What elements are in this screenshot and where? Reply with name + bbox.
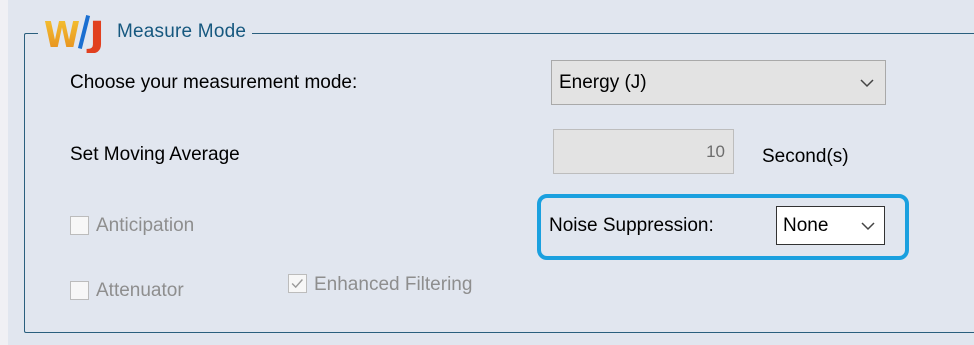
groupbox-title: Measure Mode: [117, 21, 247, 42]
anticipation-checkbox[interactable]: [70, 216, 89, 235]
moving-average-unit: Second(s): [762, 146, 849, 167]
attenuator-label: Attenuator: [96, 280, 184, 301]
noise-suppression-select[interactable]: None: [776, 206, 885, 245]
svg-text:W: W: [44, 15, 80, 53]
wj-logo-icon: W J: [44, 15, 105, 53]
anticipation-label: Anticipation: [96, 215, 195, 236]
moving-average-input[interactable]: 10: [553, 129, 734, 174]
measurement-mode-value: Energy (J): [559, 71, 647, 93]
noise-suppression-value: None: [783, 214, 829, 236]
attenuator-checkbox[interactable]: [70, 281, 89, 300]
chevron-down-icon: [860, 78, 874, 87]
svg-text:J: J: [85, 15, 105, 53]
enhanced-filtering-checkbox[interactable]: [288, 274, 307, 293]
enhanced-filtering-label: Enhanced Filtering: [314, 274, 473, 295]
groupbox-legend: W J Measure Mode: [38, 11, 253, 53]
measurement-mode-label: Choose your measurement mode:: [70, 72, 358, 93]
chevron-down-icon: [861, 221, 875, 230]
moving-average-label: Set Moving Average: [70, 144, 240, 165]
noise-suppression-label: Noise Suppression:: [549, 215, 714, 236]
checkmark-icon: [291, 279, 303, 289]
measurement-mode-select[interactable]: Energy (J): [551, 60, 886, 105]
